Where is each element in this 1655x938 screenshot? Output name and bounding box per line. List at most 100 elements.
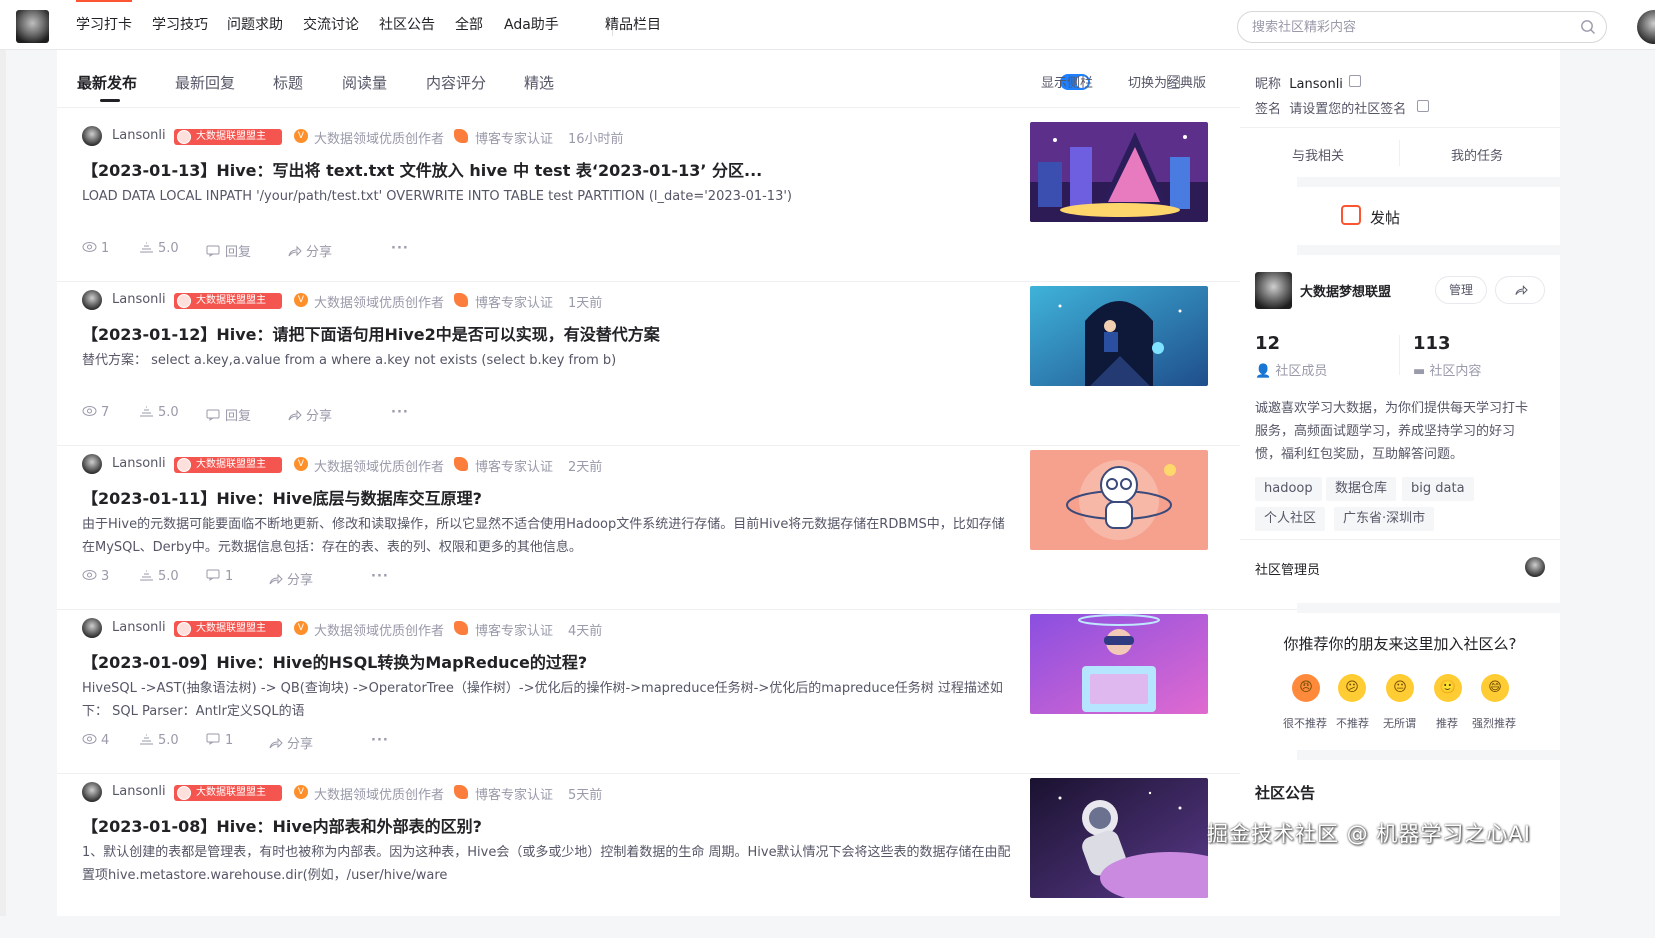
member-label: 👤 社区成员 — [1255, 364, 1328, 379]
edit-nickname-icon[interactable] — [1349, 75, 1361, 87]
more-icon[interactable]: ··· — [391, 405, 409, 420]
post-excerpt[interactable]: LOAD DATA LOCAL INPATH '/your/path/test.… — [82, 185, 1017, 208]
post-thumbnail[interactable] — [1030, 614, 1208, 714]
member-count: 12 — [1255, 333, 1281, 354]
author-avatar[interactable] — [82, 454, 102, 474]
share-button[interactable]: 分享 — [287, 405, 332, 424]
more-icon[interactable]: ··· — [371, 569, 389, 584]
post-thumbnail[interactable] — [1030, 778, 1208, 898]
tag-location[interactable]: 广东省·深圳市 — [1334, 507, 1435, 531]
author-name[interactable]: Lansonli — [112, 784, 166, 799]
reply-button[interactable]: 回复 — [206, 405, 251, 424]
post-item[interactable]: Lansonli 大数据联盟盟主 V 大数据领域优质创作者 博客专家认证 5天前… — [57, 765, 1297, 938]
badge-icon — [177, 130, 191, 144]
nav-item-featured[interactable]: 精品栏目 — [605, 0, 661, 48]
sort-tabs: 最新发布 最新回复 标题 阅读量 内容评分 精选 显示侧栏 切换为经典版 — [57, 50, 1297, 108]
nickname-row: 昵称 Lansonli — [1255, 77, 1343, 92]
tab-latest-posts[interactable]: 最新发布 — [77, 72, 137, 93]
community-logo[interactable] — [16, 10, 49, 43]
likely-emoji-icon[interactable]: 🙂 — [1434, 674, 1462, 702]
edit-signature-icon[interactable] — [1417, 100, 1429, 112]
nav-item-discussion[interactable]: 交流讨论 — [303, 0, 359, 48]
nav-item-all[interactable]: 全部 — [455, 0, 483, 48]
leader-badge: 大数据联盟盟主 — [174, 621, 282, 637]
nav-item-study-tips[interactable]: 学习技巧 — [152, 0, 208, 48]
community-avatar[interactable] — [1255, 272, 1292, 309]
search-input[interactable] — [1252, 18, 1552, 36]
post-title[interactable]: 【2023-01-13】Hive：写出将 text.txt 文件放入 hive … — [82, 157, 1012, 181]
author-avatar[interactable] — [82, 126, 102, 146]
more-icon[interactable]: ··· — [371, 733, 389, 748]
view-count: 7 — [82, 405, 109, 420]
neutral-emoji-icon[interactable]: 😐 — [1386, 674, 1414, 702]
tag-hadoop[interactable]: hadoop — [1255, 477, 1322, 501]
score-icon — [140, 734, 153, 745]
tab-selected[interactable]: 精选 — [524, 72, 554, 93]
profile-card: 昵称 Lansonli 签名 请设置您的社区签名 与我相关 我的任务 — [1240, 50, 1560, 177]
share-button[interactable]: 分享 — [268, 733, 313, 752]
post-item[interactable]: Lansonli 大数据联盟盟主 V 大数据领域优质创作者 博客专家认证 2天前… — [57, 437, 1297, 610]
admin-avatar[interactable] — [1525, 557, 1545, 577]
post-excerpt[interactable]: 由于Hive的元数据可能要面临不断地更新、修改和读取操作，所以它显然不适合使用H… — [82, 513, 1017, 559]
option-label: 不推荐 — [1336, 717, 1369, 730]
eye-icon — [82, 570, 97, 580]
tag-big-data[interactable]: big data — [1402, 477, 1474, 501]
tab-content-score[interactable]: 内容评分 — [426, 72, 486, 93]
post-thumbnail[interactable] — [1030, 122, 1208, 222]
search-icon[interactable] — [1580, 19, 1596, 35]
author-name[interactable]: Lansonli — [112, 620, 166, 635]
nav-item-study-checkin[interactable]: 学习打卡 — [76, 0, 132, 48]
tag-personal-community[interactable]: 个人社区 — [1255, 507, 1326, 531]
option-label: 很不推荐 — [1283, 717, 1327, 730]
very-likely-emoji-icon[interactable]: 😄 — [1481, 674, 1509, 702]
author-avatar[interactable] — [82, 782, 102, 802]
post-item[interactable]: Lansonli 大数据联盟盟主 V 大数据领域优质创作者 博客专家认证 4天前… — [57, 601, 1297, 774]
unlikely-emoji-icon[interactable]: 😕 — [1338, 674, 1366, 702]
post-thumbnail[interactable] — [1030, 286, 1208, 386]
leader-badge: 大数据联盟盟主 — [174, 457, 282, 473]
post-excerpt[interactable]: 替代方案： select a.key,a.value from a where … — [82, 349, 1017, 372]
user-avatar[interactable] — [1637, 10, 1655, 44]
option-label: 无所谓 — [1383, 717, 1416, 730]
more-icon[interactable]: ··· — [391, 241, 409, 256]
very-unlikely-emoji-icon[interactable]: 😠 — [1292, 674, 1320, 702]
search-box[interactable] — [1237, 11, 1607, 43]
author-avatar[interactable] — [82, 290, 102, 310]
nav-item-announcements[interactable]: 社区公告 — [379, 0, 435, 48]
share-button[interactable]: 分享 — [287, 241, 332, 260]
nav-item-help[interactable]: 问题求助 — [227, 0, 283, 48]
related-to-me-tab[interactable]: 与我相关 — [1292, 145, 1344, 164]
tab-views[interactable]: 阅读量 — [342, 72, 387, 93]
author-name[interactable]: Lansonli — [112, 292, 166, 307]
post-item[interactable]: Lansonli 大数据联盟盟主 V 大数据领域优质创作者 博客专家认证 16小… — [57, 109, 1297, 282]
share-button[interactable]: 分享 — [268, 569, 313, 588]
share-community-button[interactable] — [1495, 276, 1545, 304]
reply-button[interactable]: 回复 — [206, 241, 251, 260]
tag-data-warehouse[interactable]: 数据仓库 — [1326, 477, 1397, 501]
reply-button[interactable]: 1 — [206, 569, 233, 584]
score-icon — [140, 570, 153, 581]
manage-button[interactable]: 管理 — [1435, 276, 1487, 304]
author-name[interactable]: Lansonli — [112, 456, 166, 471]
tab-latest-replies[interactable]: 最新回复 — [175, 72, 235, 93]
community-name[interactable]: 大数据梦想联盟 — [1300, 281, 1391, 300]
nav-item-ada-assistant[interactable]: Ada助手 — [504, 0, 559, 48]
new-post-button[interactable]: 发帖 — [1341, 205, 1400, 228]
my-tasks-tab[interactable]: 我的任务 — [1451, 145, 1503, 164]
leader-badge: 大数据联盟盟主 — [174, 293, 282, 309]
post-title[interactable]: 【2023-01-09】Hive：Hive的HSQL转换为MapReduce的过… — [82, 649, 1012, 673]
post-item[interactable]: Lansonli 大数据联盟盟主 V 大数据领域优质创作者 博客专家认证 1天前… — [57, 273, 1297, 446]
tab-title[interactable]: 标题 — [273, 72, 303, 93]
switch-classic-link[interactable]: 切换为经典版 — [1128, 72, 1206, 91]
post-title[interactable]: 【2023-01-12】Hive：请把下面语句用Hive2中是否可以实现，有没替… — [82, 321, 1012, 345]
reply-button[interactable]: 1 — [206, 733, 233, 748]
author-name[interactable]: Lansonli — [112, 128, 166, 143]
post-excerpt[interactable]: HiveSQL ->AST(抽象语法树) -> QB(查询块) ->Operat… — [82, 677, 1017, 723]
author-avatar[interactable] — [82, 618, 102, 638]
post-title[interactable]: 【2023-01-08】Hive：Hive内部表和外部表的区别? — [82, 813, 1012, 837]
post-thumbnail[interactable] — [1030, 450, 1208, 550]
view-count: 4 — [82, 733, 109, 748]
post-title[interactable]: 【2023-01-11】Hive：Hive底层与数据库交互原理? — [82, 485, 1012, 509]
post-time: 4天前 — [568, 624, 603, 639]
post-excerpt[interactable]: 1、默认创建的表都是管理表，有时也被称为内部表。因为这种表，Hive会（或多或少… — [82, 841, 1017, 887]
